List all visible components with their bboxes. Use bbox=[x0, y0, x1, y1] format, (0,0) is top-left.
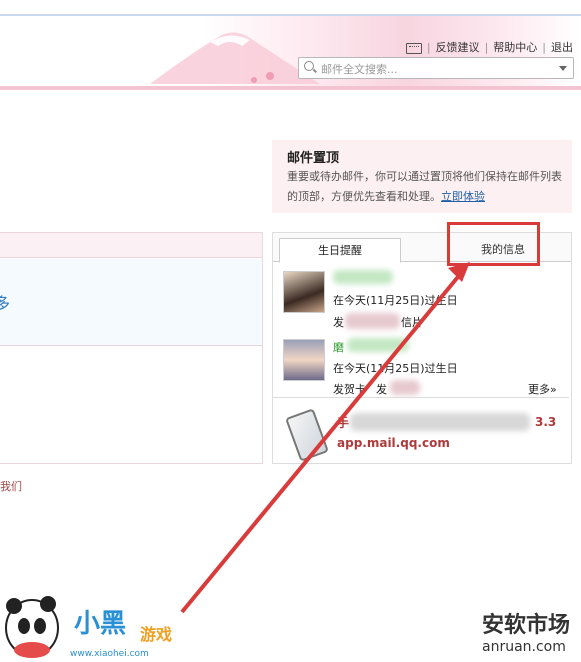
send-action-suffix[interactable]: 发 bbox=[376, 381, 387, 397]
header: | 反馈建议 | 帮助中心 | 退出 邮件全文搜索... bbox=[0, 16, 581, 90]
blurred-action bbox=[390, 380, 420, 395]
pin-mail-tip: 邮件置顶 重要或待办邮件，你可以通过置顶将他们保持在邮件列表的顶部，方便优先查看… bbox=[272, 140, 572, 213]
avatar[interactable] bbox=[283, 339, 325, 381]
blurred-name bbox=[347, 338, 409, 352]
mountain-decoration bbox=[150, 32, 320, 84]
top-border bbox=[0, 0, 581, 16]
birthday-text: 在今天(11月25日)过生日 bbox=[333, 294, 458, 307]
contact-name-prefix[interactable]: 磨 bbox=[333, 339, 344, 355]
app-version-prefix: 手 bbox=[337, 416, 350, 430]
highlight-box bbox=[447, 222, 540, 266]
search-placeholder: 邮件全文搜索... bbox=[321, 63, 398, 76]
birthday-text: 在今天(11月25日)过生日 bbox=[333, 362, 458, 375]
svg-text:游戏: 游戏 bbox=[140, 625, 172, 644]
pin-tip-title: 邮件置顶 bbox=[287, 151, 340, 166]
send-action-prefix[interactable]: 发 bbox=[333, 314, 344, 330]
send-action-suffix[interactable]: 信片 bbox=[401, 314, 423, 330]
svg-text:www.xiaohei.com: www.xiaohei.com bbox=[70, 649, 149, 659]
left-footer-fragment[interactable]: 我们 bbox=[0, 478, 22, 494]
svg-text:小黑: 小黑 bbox=[74, 609, 126, 639]
keyboard-icon[interactable] bbox=[405, 42, 422, 54]
left-link-fragment[interactable]: 多 bbox=[0, 290, 10, 314]
anruan-url: anruan.com bbox=[482, 639, 566, 655]
tab-birthday[interactable]: 生日提醒 bbox=[279, 238, 401, 263]
feedback-link[interactable]: 反馈建议 bbox=[436, 39, 480, 55]
blurred-name bbox=[333, 270, 393, 284]
blurred-action bbox=[345, 313, 400, 329]
avatar[interactable] bbox=[283, 271, 325, 313]
app-version: 3.3 bbox=[535, 415, 557, 429]
divider bbox=[273, 397, 569, 398]
send-card-link[interactable]: 发贺卡 bbox=[333, 381, 366, 397]
search-icon bbox=[304, 61, 314, 71]
left-panel bbox=[0, 232, 263, 464]
chevron-down-icon[interactable] bbox=[559, 66, 567, 71]
app-url-link[interactable]: app.mail.qq.com bbox=[337, 436, 450, 450]
blurred-app-name bbox=[350, 413, 530, 431]
left-panel-band bbox=[0, 259, 262, 346]
more-link[interactable]: 更多» bbox=[528, 381, 557, 397]
xiaohei-logo: 小黑 游戏 www.xiaohei.com bbox=[5, 596, 172, 659]
pin-tip-description: 重要或待办邮件，你可以通过置顶将他们保持在邮件列表的顶部，方便优先查看和处理。立… bbox=[287, 167, 562, 207]
left-panel-header bbox=[0, 233, 262, 258]
help-center-link[interactable]: 帮助中心 bbox=[493, 39, 537, 55]
header-links: | 反馈建议 | 帮助中心 | 退出 bbox=[405, 39, 573, 55]
pin-tip-text: 重要或待办邮件，你可以通过置顶将他们保持在邮件列表的顶部，方便优先查看和处理。 bbox=[287, 170, 562, 203]
mail-search-input[interactable]: 邮件全文搜索... bbox=[298, 57, 574, 79]
anruan-watermark: 安软市场 anruan.com bbox=[482, 614, 581, 656]
try-now-link[interactable]: 立即体验 bbox=[441, 190, 485, 203]
anruan-title: 安软市场 bbox=[482, 613, 571, 638]
logout-link[interactable]: 退出 bbox=[551, 39, 573, 55]
